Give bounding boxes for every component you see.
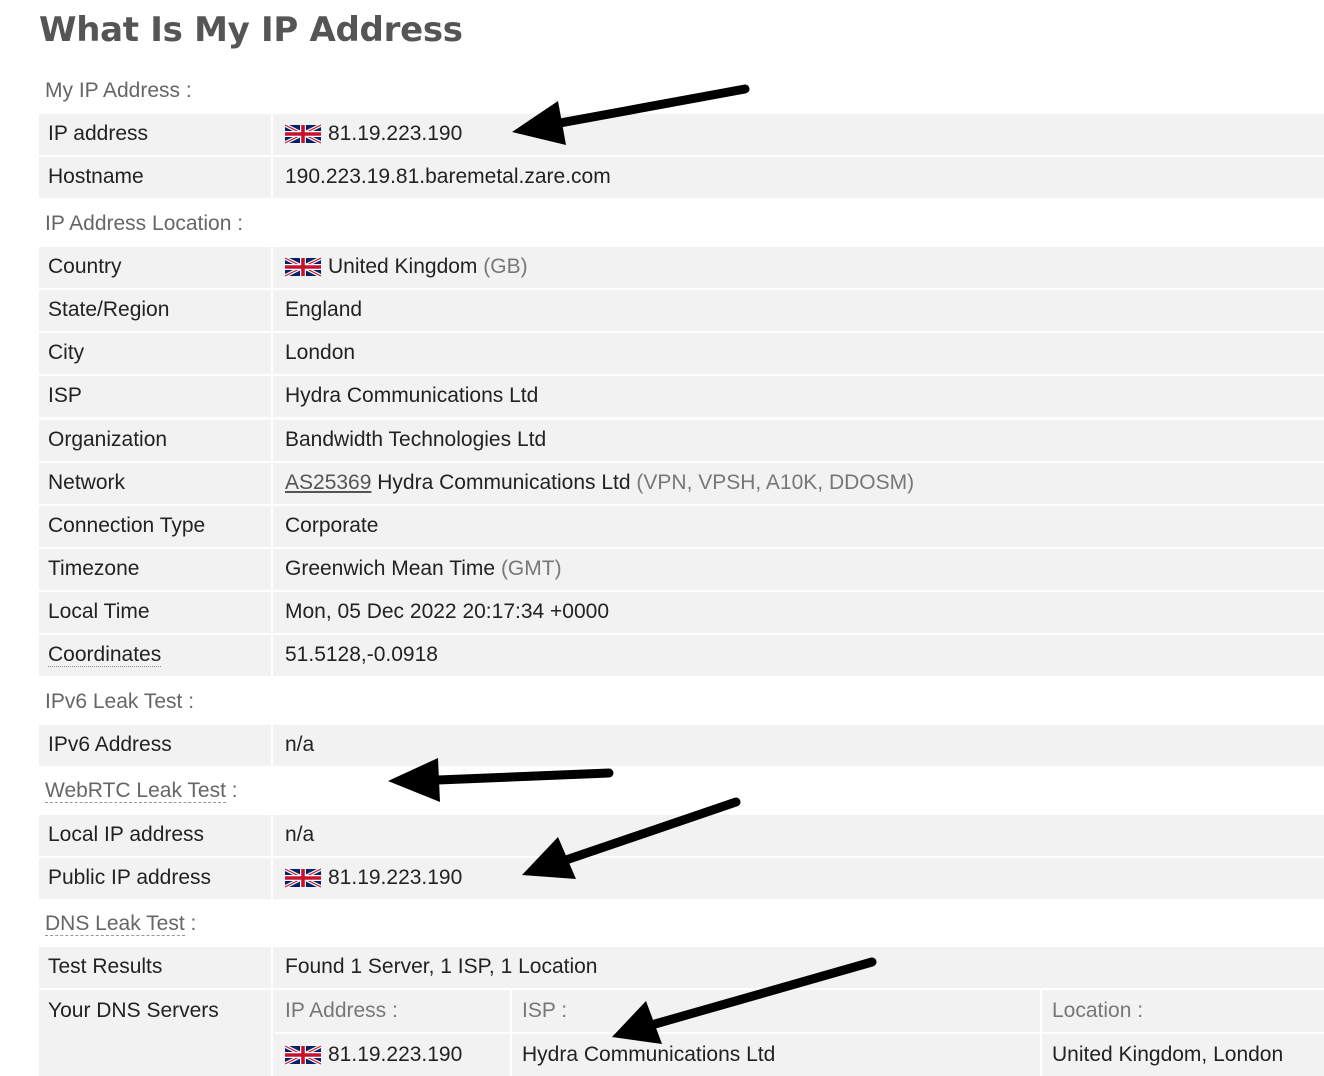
dns-server-isp: Hydra Communications Ltd (522, 1043, 776, 1066)
row-ipv6-address: IPv6 Address n/a (39, 725, 1324, 767)
hostname-value: 190.223.19.81.baremetal.zare.com (285, 165, 611, 188)
local-time-value: Mon, 05 Dec 2022 20:17:34 +0000 (285, 600, 610, 623)
dns-server-ip: 81.19.223.190 (328, 1043, 463, 1066)
hostname-label: Hostname (39, 157, 273, 198)
dns-servers-label: Your DNS Servers (39, 990, 273, 1076)
dns-col-location-header: Location : (1052, 999, 1144, 1022)
row-connection-type: Connection Type Corporate (39, 506, 1324, 548)
connection-type-label: Connection Type (39, 506, 273, 547)
dns-server-location: United Kingdom, London (1052, 1043, 1284, 1066)
dns-col-isp-header: ISP : (522, 999, 568, 1022)
public-ip-value: 81.19.223.190 (328, 866, 463, 889)
uk-flag-icon (285, 1043, 321, 1067)
ipv6-value: n/a (285, 733, 315, 756)
country-label: Country (39, 247, 273, 288)
ipv6-label: IPv6 Address (39, 725, 273, 766)
section-dns-leak-test: DNS Leak Test : (45, 912, 197, 936)
public-ip-label: Public IP address (39, 858, 273, 899)
page-title: What Is My IP Address (39, 10, 463, 50)
local-ip-value: n/a (285, 823, 315, 846)
coordinates-value: 51.5128,-0.0918 (285, 643, 438, 666)
connection-type-value: Corporate (285, 514, 379, 537)
local-time-label: Local Time (39, 592, 273, 633)
isp-value: Hydra Communications Ltd (285, 384, 539, 407)
section-ip-address-location: IP Address Location : (45, 212, 244, 235)
timezone-label: Timezone (39, 549, 273, 590)
row-network: Network AS25369 Hydra Communications Ltd… (39, 463, 1324, 505)
test-results-value: Found 1 Server, 1 ISP, 1 Location (285, 955, 598, 978)
local-ip-label: Local IP address (39, 815, 273, 856)
network-name: Hydra Communications Ltd (377, 471, 631, 494)
row-hostname: Hostname 190.223.19.81.baremetal.zare.co… (39, 157, 1324, 199)
network-asn-link[interactable]: AS25369 (285, 471, 371, 494)
row-city: City London (39, 333, 1324, 375)
timezone-code: (GMT) (500, 557, 562, 580)
ip-address-value-cell: 81.19.223.190 (275, 114, 1324, 155)
dns-col-ip-header: IP Address : (285, 999, 398, 1022)
organization-label: Organization (39, 420, 273, 461)
country-code: (GB) (483, 255, 528, 278)
organization-value: Bandwidth Technologies Ltd (285, 428, 547, 451)
city-label: City (39, 333, 273, 374)
dns-leak-test-link[interactable]: DNS Leak Test (45, 912, 185, 936)
state-label: State/Region (39, 290, 273, 331)
webrtc-leak-test-link[interactable]: WebRTC Leak Test (45, 779, 226, 803)
row-local-time: Local Time Mon, 05 Dec 2022 20:17:34 +00… (39, 592, 1324, 634)
row-public-ip: Public IP address 81.19.223.190 (39, 858, 1324, 900)
row-state-region: State/Region England (39, 290, 1324, 332)
network-tags: (VPN, VPSH, A10K, DDOSM) (636, 471, 915, 494)
section-ipv6-leak-test: IPv6 Leak Test : (45, 690, 195, 713)
uk-flag-icon (285, 255, 321, 279)
section-my-ip-address: My IP Address : (45, 79, 192, 102)
city-value: London (285, 341, 356, 364)
row-organization: Organization Bandwidth Technologies Ltd (39, 420, 1324, 462)
row-timezone: Timezone Greenwich Mean Time (GMT) (39, 549, 1324, 591)
uk-flag-icon (285, 122, 321, 146)
timezone-value: Greenwich Mean Time (285, 557, 496, 580)
row-local-ip: Local IP address n/a (39, 815, 1324, 857)
row-coordinates: Coordinates 51.5128,-0.0918 (39, 635, 1324, 677)
ip-address-label: IP address (39, 114, 273, 155)
uk-flag-icon (285, 866, 321, 890)
row-ip-address: IP address 81.19.223.190 (39, 114, 1324, 156)
country-value: United Kingdom (328, 255, 478, 278)
row-test-results: Test Results Found 1 Server, 1 ISP, 1 Lo… (39, 947, 1324, 989)
test-results-label: Test Results (39, 947, 273, 988)
ip-address-value: 81.19.223.190 (328, 122, 463, 145)
isp-label: ISP (39, 376, 273, 417)
dns-servers-row: Your DNS Servers IP Address : ISP : Loca… (39, 990, 1324, 1076)
row-country: Country United Kingdom (GB) (39, 247, 1324, 289)
section-webrtc-leak-test: WebRTC Leak Test : (45, 779, 238, 803)
row-isp: ISP Hydra Communications Ltd (39, 376, 1324, 418)
state-value: England (285, 298, 363, 321)
coordinates-label[interactable]: Coordinates (48, 643, 162, 667)
network-label: Network (39, 463, 273, 504)
